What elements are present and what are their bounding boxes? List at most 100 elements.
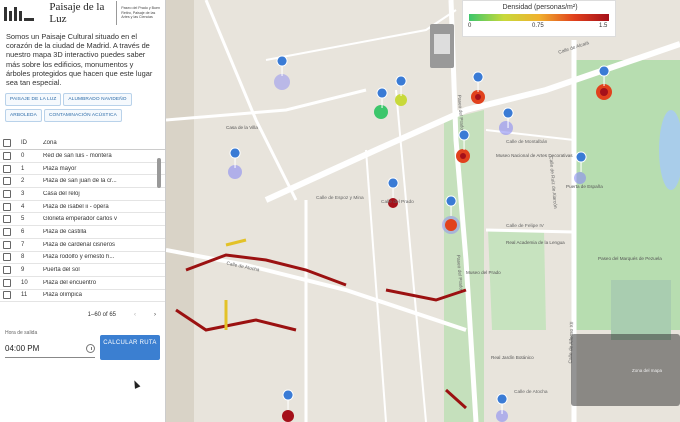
row-id: 4 (21, 203, 25, 210)
brand-logo (4, 5, 45, 21)
prev-page-icon[interactable]: ‹ (134, 312, 136, 318)
congestion-segment (225, 238, 247, 247)
poi-label: Casa de la Villa (226, 125, 258, 130)
street-label: Calle de Montalbán (506, 140, 548, 145)
header-id: ID (21, 139, 27, 146)
street-felipe (485, 228, 575, 234)
map-3d-control-icon (434, 34, 450, 54)
row-zone: Glorieta emperador carlos v (43, 216, 118, 223)
brand: Paisaje de la Luz Paseo del Prado y Buen… (0, 0, 165, 26)
table-row[interactable]: 3 Casa del reloj (0, 188, 165, 201)
table-row[interactable]: 4 Plaza de isabel ii - opera (0, 201, 165, 214)
legend-title: Densidad (personas/m²) (502, 4, 578, 11)
row-zone: Plaza olímpica (43, 292, 83, 299)
zones-table: ID Zona 0 Red de san luis - montera 1 Plaza… (0, 136, 165, 308)
poi-label: Real Jardín Botánico (491, 355, 534, 360)
sidebar: Paisaje de la Luz Paseo del Prado y Buen… (0, 0, 166, 422)
street-c (365, 149, 387, 422)
row-zone: Plaza mayor (43, 165, 77, 172)
table-row[interactable]: 11 Plaza olímpica (0, 290, 165, 303)
legend-mid: 0.75 (532, 23, 544, 29)
row-zone: Plaza de cardenal cisneros (43, 241, 116, 248)
row-checkbox[interactable] (3, 240, 11, 249)
row-zone: Casa del reloj (43, 190, 80, 197)
map-view[interactable]: Calle de Alcalá Paseo del Prado Paseo de… (166, 0, 680, 422)
poi-label: Museo del Prado (466, 270, 501, 275)
row-checkbox[interactable] (3, 202, 11, 211)
mouse-cursor-icon (131, 379, 141, 389)
street-montalban (485, 129, 575, 141)
map-overlay-panel[interactable] (571, 334, 680, 406)
table-row[interactable]: 9 Puerta del sol (0, 264, 165, 277)
street-diagonal (204, 0, 298, 201)
layer-tabs: PAISAJE DE LA LUZ ALUMBRADO NAVIDEÑO ARB… (0, 93, 165, 123)
street-label: Calle del Prado (381, 200, 414, 205)
tab-arboleda[interactable]: ARBOLEDA (5, 109, 42, 123)
map-edge-block (166, 0, 194, 422)
intro-text: Somos un Paisaje Cultural situado en el … (6, 32, 153, 88)
table-row[interactable]: 6 Plaza de castilla (0, 226, 165, 239)
row-checkbox[interactable] (3, 253, 11, 262)
row-checkbox[interactable] (3, 164, 11, 173)
row-id: 10 (21, 279, 28, 286)
row-zone: Plaza de castilla (43, 228, 87, 235)
street-north (265, 9, 457, 61)
tab-alumbrado[interactable]: ALUMBRADO NAVIDEÑO (63, 93, 132, 107)
row-zone: Plaza rodolfo y ernesto h... (43, 254, 115, 261)
row-id: 9 (21, 267, 25, 274)
time-section: Hora de salida 04:00 PM CALCULAR RUTA (0, 324, 165, 374)
time-value: 04:00 PM (5, 344, 40, 353)
next-page-icon[interactable]: › (154, 312, 156, 318)
clock-icon[interactable] (86, 344, 95, 353)
row-checkbox[interactable] (3, 227, 11, 236)
botanical-garden (488, 230, 546, 330)
row-id: 0 (21, 152, 25, 159)
street-label: Calle de Felipe IV (506, 224, 544, 229)
tab-contaminacion[interactable]: CONTAMINACIÓN ACÚSTICA (43, 109, 122, 123)
row-checkbox[interactable] (3, 189, 11, 198)
row-id: 8 (21, 254, 25, 261)
tab-paisaje[interactable]: PAISAJE DE LA LUZ (5, 93, 62, 107)
table-row[interactable]: 1 Plaza mayor (0, 163, 165, 176)
table-scrollbar[interactable] (157, 158, 161, 188)
row-id: 2 (21, 178, 25, 185)
legend-min: 0 (468, 23, 472, 29)
header-zone: Zona (43, 139, 57, 146)
row-zone: Plaza del encuentro (43, 279, 97, 286)
time-label: Hora de salida (5, 330, 38, 336)
poi-label: Puerta de España (566, 184, 603, 189)
overlay-text: Zona del mapa (632, 368, 663, 373)
select-all-checkbox[interactable] (3, 138, 11, 147)
pagination-text: 1–60 of 65 (87, 312, 116, 318)
row-checkbox[interactable] (3, 151, 11, 160)
row-id: 11 (21, 292, 28, 299)
calculate-route-button[interactable]: CALCULAR RUTA (100, 335, 160, 360)
street-d (395, 89, 427, 422)
row-id: 1 (21, 165, 25, 172)
row-zone: Plaza de isabel ii - opera (43, 203, 109, 210)
row-checkbox[interactable] (3, 278, 11, 287)
table-row[interactable]: 0 Red de san luis - montera (0, 150, 165, 163)
row-checkbox[interactable] (3, 266, 11, 275)
pagination: 1–60 of 65 ‹ › (0, 308, 165, 322)
table-row[interactable]: 7 Plaza de cardenal cisneros (0, 239, 165, 252)
departure-time-input[interactable]: 04:00 PM (5, 340, 95, 358)
row-zone: Red de san luis - montera (43, 152, 112, 159)
row-checkbox[interactable] (3, 291, 11, 300)
table-row[interactable]: 8 Plaza rodolfo y ernesto h... (0, 252, 165, 265)
legend-gradient (469, 14, 609, 21)
row-id: 6 (21, 228, 25, 235)
table-row[interactable]: 5 Glorieta emperador carlos v (0, 213, 165, 227)
street-west (166, 88, 367, 122)
row-checkbox[interactable] (3, 177, 11, 186)
density-legend: Densidad (personas/m²) 0 0.75 1.5 (462, 0, 616, 37)
table-row[interactable]: 2 Plaza de san juan de la cr... (0, 175, 165, 189)
row-checkbox[interactable] (3, 215, 11, 224)
row-id: 3 (21, 190, 25, 197)
row-id: 5 (21, 216, 25, 223)
table-row[interactable]: 10 Plaza del encuentro (0, 277, 165, 290)
table-header: ID Zona (0, 136, 165, 150)
row-zone: Puerta del sol (43, 267, 80, 274)
density-heatmap (228, 74, 612, 422)
pond (611, 280, 671, 340)
